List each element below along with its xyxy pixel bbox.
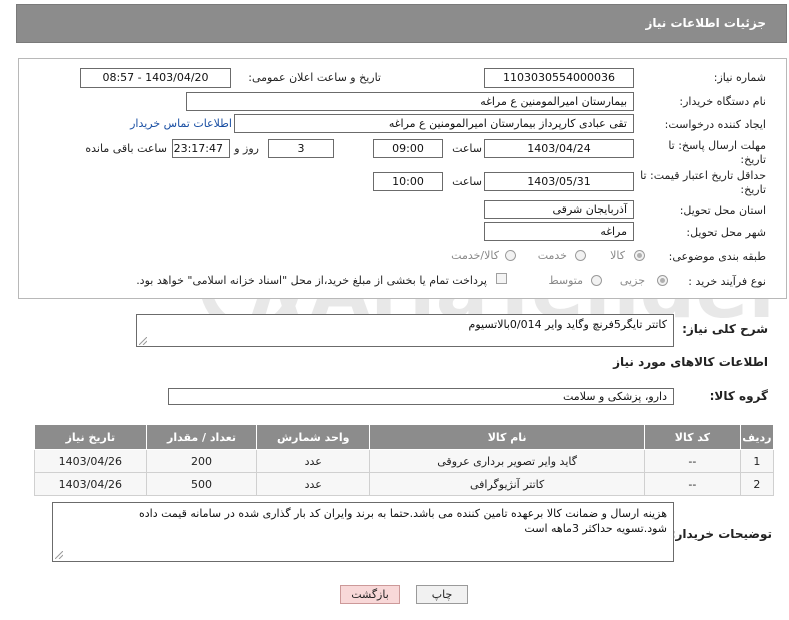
cell-row: 2 [739,472,775,496]
summary-resize-handle[interactable] [139,337,147,345]
col-code: کد کالا [644,424,741,450]
cell-date: 1403/04/26 [34,449,147,473]
deadline-time-field: 09:00 [373,139,443,158]
back-button[interactable]: بازگشت [340,585,400,604]
page-header: جزئیات اطلاعات نیاز [16,4,787,43]
cell-name: کاتتر آنژیوگرافی [369,472,646,496]
remaining-time-field: 23:17:47 [172,139,230,158]
category-both-label: کالا/خدمت [451,249,499,262]
creator-label: ایجاد کننده درخواست: [664,118,766,131]
col-unit: واحد شمارش [256,424,371,450]
validity-date-field: 1403/05/31 [484,172,634,191]
deadline-time-label: ساعت [452,142,482,155]
process-medium-radio[interactable] [591,275,602,286]
table-header-row: ردیف کد کالا نام کالا واحد شمارش تعداد /… [34,424,775,450]
table-row: 2 -- کاتتر آنژیوگرافی عدد 500 1403/04/26 [34,472,775,496]
cell-unit: عدد [256,449,371,473]
process-minor-radio[interactable] [657,275,668,286]
treasury-checkbox[interactable] [496,273,507,284]
cell-unit: عدد [256,472,371,496]
cell-code: -- [644,449,741,473]
cell-qty: 200 [145,449,258,473]
announce-field: 1403/04/20 - 08:57 [80,68,231,88]
creator-field: تقی عبادی کارپرداز بیمارستان امیرالمومنی… [234,114,634,133]
col-date: تاریخ نیاز [34,424,147,450]
days-label: روز و [234,142,259,155]
validity-time-label: ساعت [452,175,482,188]
buyer-contact-link[interactable]: اطلاعات تماس خریدار [130,117,232,130]
cell-name: گاید وایر تصویر برداری عروقی [369,449,646,473]
category-service-label: خدمت [537,249,567,262]
summary-text: کاتتر تایگر5فرنچ وگاید وایر 0/014بالاتسی… [468,318,667,331]
buyer-field: بیمارستان امیرالمومنین ع مراغه [186,92,634,111]
summary-field: کاتتر تایگر5فرنچ وگاید وایر 0/014بالاتسی… [136,314,674,347]
print-button[interactable]: چاپ [416,585,468,604]
deadline-label: مهلت ارسال پاسخ: تا [668,139,766,152]
process-label: نوع فرآیند خرید : [688,275,766,288]
notes-label: توضیحات خریدار: [670,527,772,541]
col-qty: تعداد / مقدار [145,424,258,450]
city-field: مراغه [484,222,634,241]
remaining-label: ساعت باقی مانده [85,142,167,155]
need-number-label: شماره نیاز: [713,71,766,84]
deadline-date-field: 1403/04/24 [484,139,634,158]
category-goods-radio[interactable] [634,250,645,261]
need-number-field: 1103030554000036 [484,68,634,88]
days-field: 3 [268,139,334,158]
announce-label: تاریخ و ساعت اعلان عمومی: [248,71,381,84]
province-field: آذربایجان شرقی [484,200,634,219]
col-row: ردیف [739,424,775,450]
items-table: ردیف کد کالا نام کالا واحد شمارش تعداد /… [34,424,775,496]
process-minor-label: جزیی [619,274,645,287]
cell-code: -- [644,472,741,496]
table-row: 1 -- گاید وایر تصویر برداری عروقی عدد 20… [34,449,775,473]
col-name: نام کالا [369,424,646,450]
cell-row: 1 [739,449,775,473]
category-both-radio[interactable] [505,250,516,261]
notes-line-2: شود.تسویه حداکثر 3ماهه است [524,522,667,535]
category-goods-label: کالا [610,249,625,262]
city-label: شهر محل تحویل: [686,226,766,239]
category-service-radio[interactable] [575,250,586,261]
goods-group-field: دارو، پزشکی و سلامت [168,388,674,405]
page-title: جزئیات اطلاعات نیاز [645,16,766,30]
notes-line-1: هزینه ارسال و ضمانت کالا برعهده تامین کن… [139,507,667,520]
validity-time-field: 10:00 [373,172,443,191]
province-label: استان محل تحویل: [679,204,766,217]
validity-label-date: تاریخ: [740,183,766,196]
summary-label: شرح کلی نیاز: [682,322,768,336]
goods-group-label: گروه کالا: [709,389,768,403]
goods-section-title: اطلاعات کالاهای مورد نیاز [613,355,768,369]
validity-label: حداقل تاریخ اعتبار قیمت: تا [640,169,766,182]
process-medium-label: متوسط [548,274,583,287]
notes-field: هزینه ارسال و ضمانت کالا برعهده تامین کن… [52,502,674,562]
treasury-note: پرداخت تمام یا بخشی از مبلغ خرید،از محل … [136,274,487,287]
category-label: طبقه بندی موضوعی: [668,250,766,263]
buyer-label: نام دستگاه خریدار: [679,95,766,108]
notes-resize-handle[interactable] [55,551,63,559]
deadline-label-date: تاریخ: [740,153,766,166]
cell-date: 1403/04/26 [34,472,147,496]
cell-qty: 500 [145,472,258,496]
